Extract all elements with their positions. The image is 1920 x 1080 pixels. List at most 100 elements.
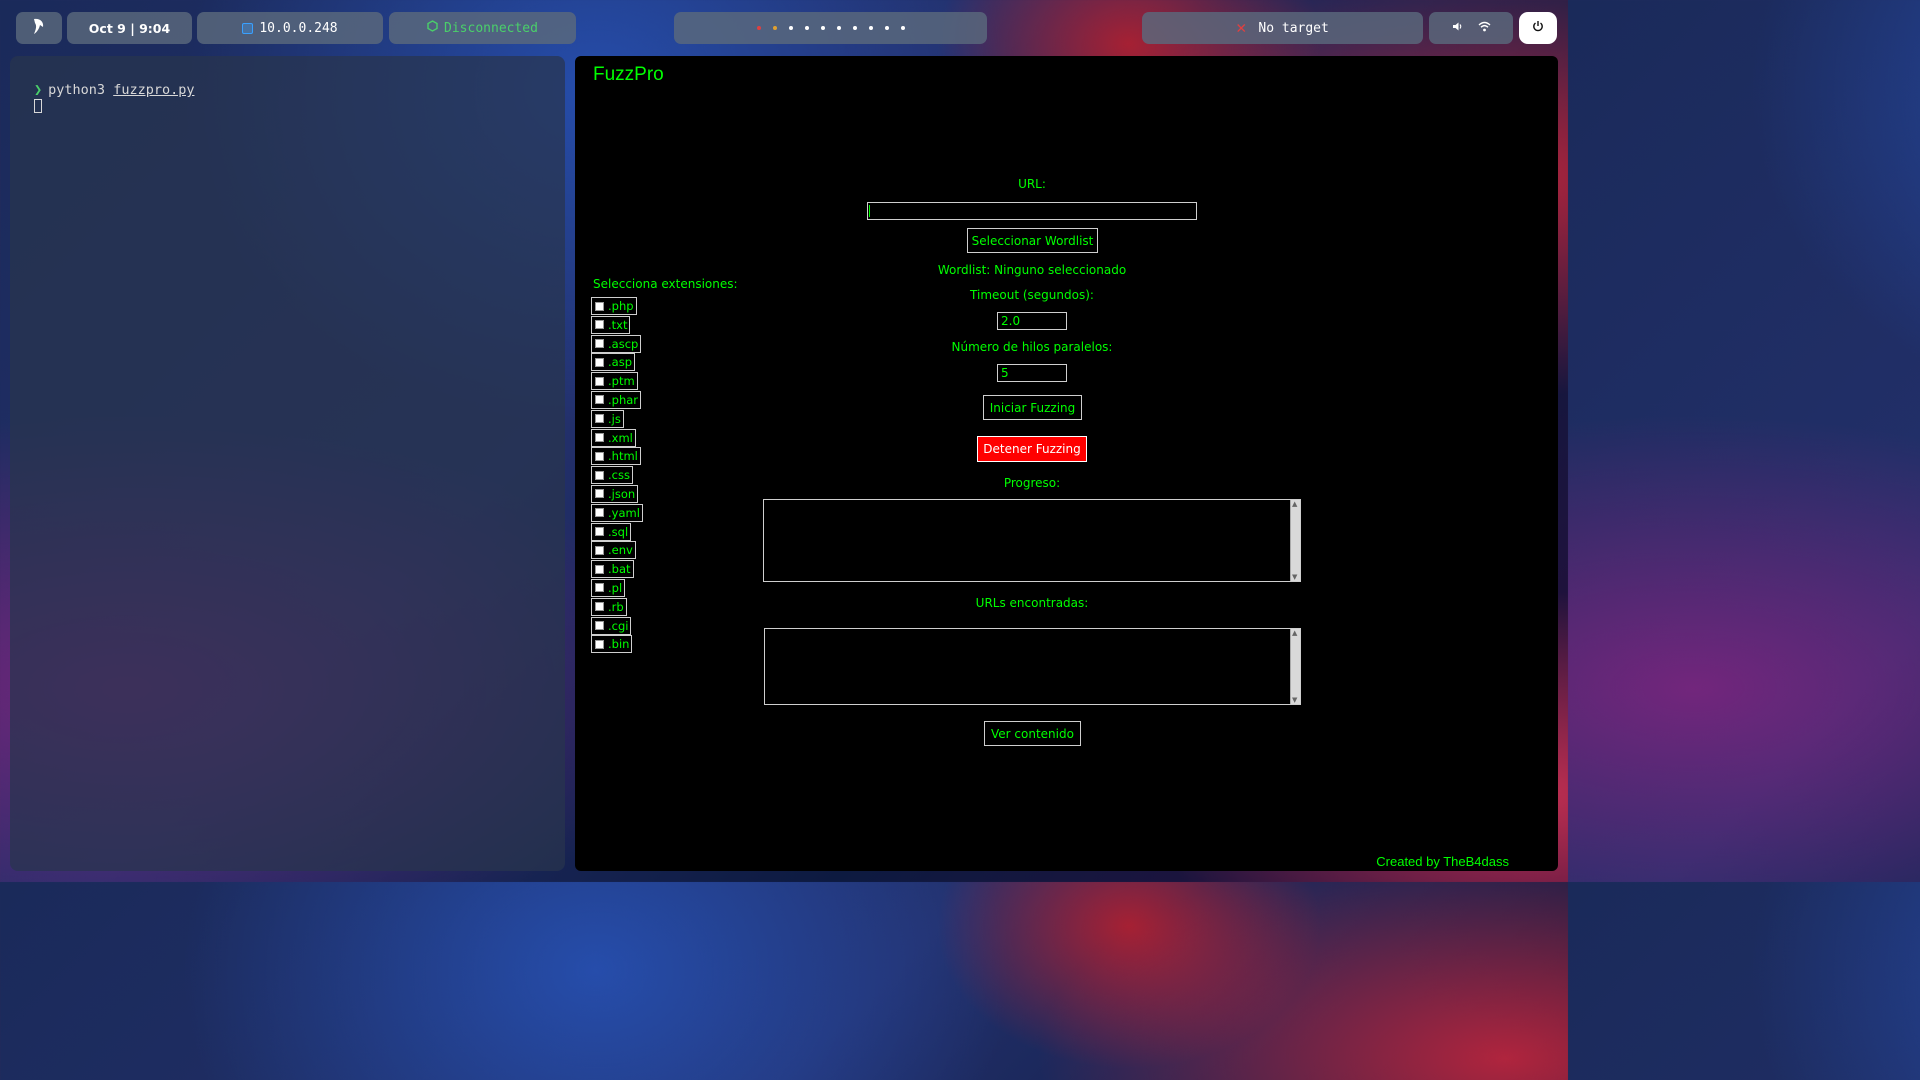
- checkbox-icon[interactable]: [595, 639, 604, 649]
- extension-checkbox[interactable]: .rb: [591, 597, 643, 617]
- wifi-icon[interactable]: [1478, 21, 1491, 36]
- extension-option[interactable]: .js: [591, 409, 624, 428]
- extension-option[interactable]: .css: [591, 466, 633, 485]
- extension-option[interactable]: .html: [591, 447, 641, 466]
- select-wordlist-button[interactable]: Seleccionar Wordlist: [967, 228, 1098, 253]
- terminal-window[interactable]: ❯ python3 fuzzpro.py: [10, 56, 565, 871]
- workspace-dot[interactable]: [836, 26, 841, 30]
- workspace-dot[interactable]: [756, 26, 761, 30]
- checkbox-icon[interactable]: [595, 621, 604, 631]
- extension-checkbox[interactable]: .txt: [591, 315, 643, 335]
- fuzzpro-window: FuzzPro URL: Seleccionar Wordlist Wordli…: [575, 56, 1558, 871]
- extension-option[interactable]: .bat: [591, 560, 634, 579]
- workspace-dot[interactable]: [804, 26, 809, 30]
- checkbox-icon[interactable]: [595, 451, 604, 461]
- workspace-dot[interactable]: [884, 26, 889, 30]
- threads-input[interactable]: [997, 364, 1067, 382]
- scroll-up-icon[interactable]: ▲: [1292, 629, 1297, 637]
- extension-checkbox[interactable]: .asp: [591, 353, 643, 372]
- workspace-switcher[interactable]: [674, 12, 987, 44]
- extension-option[interactable]: .yaml: [591, 503, 643, 522]
- extension-option[interactable]: .php: [591, 297, 637, 315]
- extension-checkbox[interactable]: .sql: [591, 522, 643, 542]
- extension-checkbox[interactable]: .ascp: [591, 334, 643, 354]
- extension-label: .bin: [608, 637, 630, 652]
- threads-input-field[interactable]: [1001, 365, 1063, 382]
- target-widget[interactable]: ✕ No target: [1142, 12, 1423, 44]
- checkbox-icon[interactable]: [595, 583, 604, 593]
- extension-checkbox[interactable]: .php: [591, 297, 643, 316]
- extension-checkbox[interactable]: .bin: [591, 635, 643, 654]
- extension-option[interactable]: .phar: [591, 390, 642, 409]
- workspace-dot[interactable]: [852, 26, 857, 30]
- extension-checkbox[interactable]: .css: [591, 466, 643, 485]
- extension-option[interactable]: .cgi: [591, 616, 632, 635]
- extension-checkbox[interactable]: .xml: [591, 428, 643, 448]
- urls-found-output[interactable]: ▲ ▼: [764, 628, 1301, 705]
- url-input[interactable]: [867, 202, 1197, 220]
- workspace-dot[interactable]: [788, 26, 793, 30]
- checkbox-icon[interactable]: [595, 414, 604, 424]
- checkbox-icon[interactable]: [595, 545, 604, 555]
- extension-option[interactable]: .bin: [591, 635, 633, 654]
- extension-checkbox[interactable]: .bat: [591, 560, 643, 579]
- extension-option[interactable]: .sql: [591, 522, 632, 541]
- workspace-dot[interactable]: [868, 26, 873, 30]
- extension-label: .ptm: [608, 374, 635, 389]
- extension-option[interactable]: .pl: [591, 578, 626, 597]
- checkbox-icon[interactable]: [595, 395, 604, 405]
- checkbox-icon[interactable]: [595, 376, 604, 386]
- stop-fuzzing-button[interactable]: Detener Fuzzing: [977, 436, 1087, 462]
- urls-scrollbar[interactable]: ▲ ▼: [1290, 629, 1300, 704]
- extension-checkbox[interactable]: .json: [591, 484, 643, 504]
- progress-scrollbar[interactable]: ▲ ▼: [1290, 500, 1300, 581]
- scroll-up-icon[interactable]: ▲: [1292, 500, 1297, 508]
- extension-option[interactable]: .json: [591, 484, 639, 503]
- extension-checkbox[interactable]: .html: [591, 447, 643, 466]
- extension-checkbox[interactable]: .pl: [591, 578, 643, 598]
- extension-option[interactable]: .env: [591, 541, 636, 560]
- workspace-dot[interactable]: [900, 26, 905, 30]
- terminal-cursor: [34, 99, 42, 113]
- extension-option[interactable]: .xml: [591, 428, 636, 447]
- checkbox-icon[interactable]: [595, 508, 604, 518]
- progress-output[interactable]: ▲ ▼: [763, 499, 1301, 582]
- scroll-down-icon[interactable]: ▼: [1292, 696, 1297, 704]
- checkbox-icon[interactable]: [595, 527, 604, 537]
- checkbox-icon[interactable]: [595, 357, 604, 367]
- volume-icon[interactable]: [1452, 21, 1464, 36]
- checkbox-icon[interactable]: [595, 433, 604, 443]
- checkbox-icon[interactable]: [595, 489, 604, 499]
- checkbox-icon[interactable]: [595, 339, 604, 349]
- power-button[interactable]: [1519, 12, 1557, 44]
- app-menu-button[interactable]: [16, 12, 62, 44]
- extension-checkbox[interactable]: .cgi: [591, 616, 643, 636]
- extension-label: .asp: [608, 355, 632, 370]
- checkbox-icon[interactable]: [595, 301, 604, 311]
- checkbox-icon[interactable]: [595, 602, 604, 612]
- view-content-button[interactable]: Ver contenido: [984, 721, 1081, 746]
- scroll-down-icon[interactable]: ▼: [1292, 573, 1297, 581]
- extension-option[interactable]: .asp: [591, 353, 635, 372]
- parrot-logo-icon: [31, 17, 47, 39]
- extension-checkbox[interactable]: .ptm: [591, 372, 643, 391]
- timeout-input-field[interactable]: [1001, 313, 1063, 330]
- checkbox-icon[interactable]: [595, 320, 604, 330]
- extension-checkbox[interactable]: .yaml: [591, 503, 643, 523]
- timeout-input[interactable]: [997, 312, 1067, 330]
- extension-label: .json: [608, 486, 636, 501]
- extension-checkbox[interactable]: .env: [591, 541, 643, 560]
- start-fuzzing-button[interactable]: Iniciar Fuzzing: [983, 395, 1082, 420]
- extension-option[interactable]: .rb: [591, 597, 627, 616]
- url-input-field[interactable]: [871, 203, 1193, 220]
- workspace-dot[interactable]: [820, 26, 825, 30]
- url-label: URL:: [1018, 177, 1046, 191]
- extension-option[interactable]: .txt: [591, 315, 631, 334]
- extension-checkbox[interactable]: .phar: [591, 390, 643, 410]
- extension-checkbox[interactable]: .js: [591, 409, 643, 429]
- extension-option[interactable]: .ascp: [591, 334, 642, 353]
- checkbox-icon[interactable]: [595, 564, 604, 574]
- checkbox-icon[interactable]: [595, 470, 604, 480]
- workspace-dot[interactable]: [772, 26, 777, 30]
- extension-option[interactable]: .ptm: [591, 372, 638, 391]
